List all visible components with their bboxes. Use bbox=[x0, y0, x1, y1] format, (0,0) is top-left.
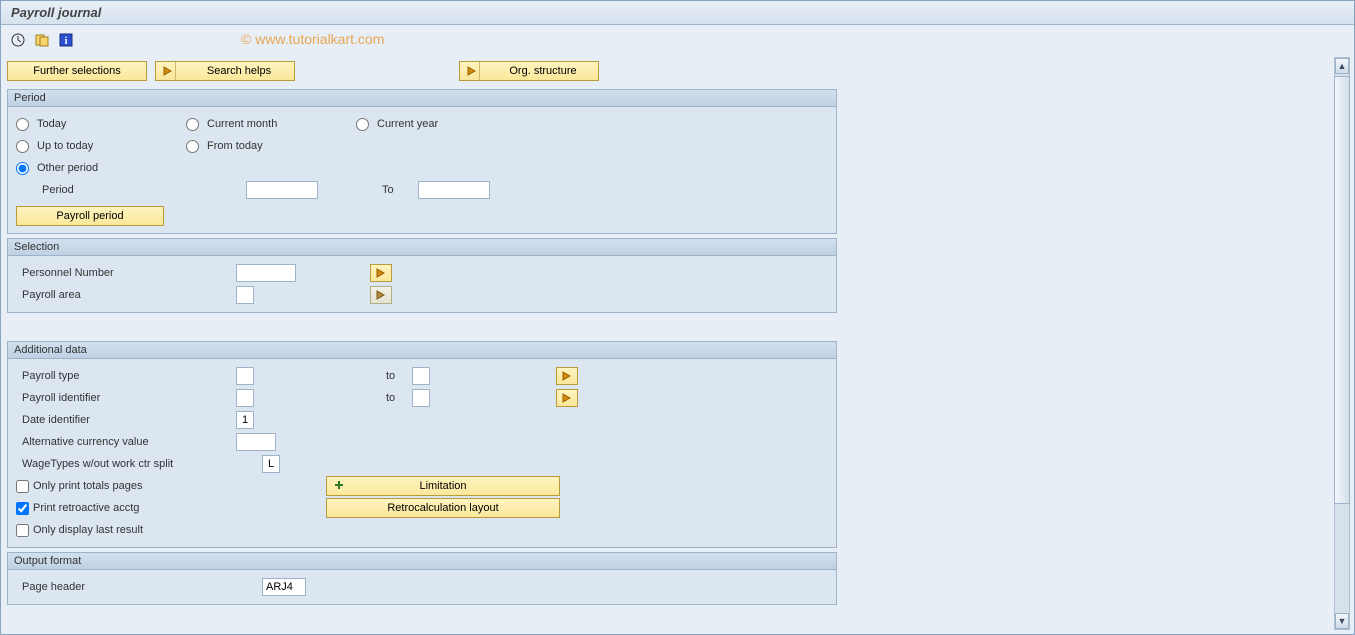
current-year-radio-label[interactable]: Current year bbox=[356, 118, 526, 131]
scroll-track[interactable] bbox=[1335, 76, 1349, 611]
toolbar: i © www.tutorialkart.com bbox=[1, 25, 1354, 55]
up-to-today-radio-label[interactable]: Up to today bbox=[16, 140, 186, 153]
selection-group-header: Selection bbox=[8, 239, 836, 256]
arrow-right-icon bbox=[464, 62, 480, 80]
period-to-label: To bbox=[378, 184, 418, 196]
print-retro-text: Print retroactive acctg bbox=[33, 502, 139, 514]
from-today-text: From today bbox=[207, 140, 263, 152]
period-label: Period bbox=[36, 184, 246, 196]
current-year-text: Current year bbox=[377, 118, 438, 130]
from-today-radio[interactable] bbox=[186, 140, 199, 153]
additional-data-group: Additional data Payroll type to Payroll … bbox=[7, 341, 837, 548]
today-text: Today bbox=[37, 118, 66, 130]
wagetypes-label: WageTypes w/out work ctr split bbox=[16, 458, 262, 470]
further-selections-button[interactable]: Further selections bbox=[7, 61, 147, 81]
selection-button-row: Further selections Search helps Org. str… bbox=[5, 57, 1330, 85]
date-identifier-label: Date identifier bbox=[16, 414, 236, 426]
alt-currency-label: Alternative currency value bbox=[16, 436, 236, 448]
retrocalc-layout-label: Retrocalculation layout bbox=[387, 502, 498, 514]
search-helps-button[interactable]: Search helps bbox=[155, 61, 295, 81]
payroll-identifier-to-label: to bbox=[382, 392, 412, 404]
payroll-identifier-label: Payroll identifier bbox=[16, 392, 236, 404]
output-format-group: Output format Page header bbox=[7, 552, 837, 605]
current-month-radio[interactable] bbox=[186, 118, 199, 131]
title-bar: Payroll journal bbox=[1, 1, 1354, 25]
retrocalc-layout-button[interactable]: Retrocalculation layout bbox=[326, 498, 560, 518]
payroll-type-to-label: to bbox=[382, 370, 412, 382]
limitation-button[interactable]: Limitation bbox=[326, 476, 560, 496]
from-today-radio-label[interactable]: From today bbox=[186, 140, 356, 153]
today-radio[interactable] bbox=[16, 118, 29, 131]
payroll-identifier-multiselect-button[interactable] bbox=[556, 389, 578, 407]
scroll-up-arrow[interactable]: ▲ bbox=[1335, 58, 1349, 74]
content-area: Further selections Search helps Org. str… bbox=[5, 57, 1330, 630]
arrow-right-icon bbox=[160, 62, 176, 80]
other-period-radio-label[interactable]: Other period bbox=[16, 162, 186, 175]
scroll-down-arrow[interactable]: ▼ bbox=[1335, 613, 1349, 629]
personnel-number-label: Personnel Number bbox=[16, 267, 236, 279]
watermark: © www.tutorialkart.com bbox=[241, 31, 384, 47]
variant-icon[interactable] bbox=[33, 31, 51, 49]
further-selections-label: Further selections bbox=[33, 65, 120, 77]
period-from-input[interactable] bbox=[246, 181, 318, 199]
period-to-input[interactable] bbox=[418, 181, 490, 199]
org-structure-label: Org. structure bbox=[494, 65, 592, 77]
plus-icon bbox=[333, 479, 345, 491]
print-retro-checkbox-label[interactable]: Print retroactive acctg bbox=[16, 502, 326, 515]
today-radio-label[interactable]: Today bbox=[16, 118, 186, 131]
personnel-number-input[interactable] bbox=[236, 264, 296, 282]
payroll-type-multiselect-button[interactable] bbox=[556, 367, 578, 385]
other-period-radio[interactable] bbox=[16, 162, 29, 175]
search-helps-label: Search helps bbox=[190, 65, 288, 77]
only-last-checkbox[interactable] bbox=[16, 524, 29, 537]
page-header-label: Page header bbox=[16, 581, 262, 593]
payroll-area-label: Payroll area bbox=[16, 289, 236, 301]
personnel-number-multiselect-button[interactable] bbox=[370, 264, 392, 282]
app-window: Payroll journal i © www.tutorialkart.com… bbox=[0, 0, 1355, 635]
org-structure-button[interactable]: Org. structure bbox=[459, 61, 599, 81]
payroll-period-button[interactable]: Payroll period bbox=[16, 206, 164, 226]
payroll-type-from-input[interactable] bbox=[236, 367, 254, 385]
svg-text:i: i bbox=[65, 36, 68, 47]
print-retro-checkbox[interactable] bbox=[16, 502, 29, 515]
alt-currency-input[interactable] bbox=[236, 433, 276, 451]
up-to-today-radio[interactable] bbox=[16, 140, 29, 153]
limitation-label: Limitation bbox=[419, 480, 466, 492]
payroll-period-label: Payroll period bbox=[56, 210, 123, 222]
only-totals-checkbox[interactable] bbox=[16, 480, 29, 493]
current-month-radio-label[interactable]: Current month bbox=[186, 118, 356, 131]
other-period-text: Other period bbox=[37, 162, 98, 174]
payroll-type-to-input[interactable] bbox=[412, 367, 430, 385]
up-to-today-text: Up to today bbox=[37, 140, 93, 152]
payroll-type-label: Payroll type bbox=[16, 370, 236, 382]
period-group-header: Period bbox=[8, 90, 836, 107]
only-last-checkbox-label[interactable]: Only display last result bbox=[16, 524, 143, 537]
only-totals-checkbox-label[interactable]: Only print totals pages bbox=[16, 480, 326, 493]
current-year-radio[interactable] bbox=[356, 118, 369, 131]
date-identifier-input[interactable] bbox=[236, 411, 254, 429]
only-totals-text: Only print totals pages bbox=[33, 480, 142, 492]
wagetypes-input[interactable] bbox=[262, 455, 280, 473]
vertical-scrollbar[interactable]: ▲ ▼ bbox=[1334, 57, 1350, 630]
additional-data-group-header: Additional data bbox=[8, 342, 836, 359]
page-header-input[interactable] bbox=[262, 578, 306, 596]
output-format-group-header: Output format bbox=[8, 553, 836, 570]
scroll-thumb[interactable] bbox=[1334, 76, 1350, 504]
execute-icon[interactable] bbox=[9, 31, 27, 49]
payroll-area-multiselect-button[interactable] bbox=[370, 286, 392, 304]
payroll-area-input[interactable] bbox=[236, 286, 254, 304]
page-title: Payroll journal bbox=[11, 5, 101, 20]
selection-group: Selection Personnel Number Payroll area bbox=[7, 238, 837, 313]
payroll-identifier-to-input[interactable] bbox=[412, 389, 430, 407]
only-last-text: Only display last result bbox=[33, 524, 143, 536]
info-icon[interactable]: i bbox=[57, 31, 75, 49]
spacer bbox=[5, 317, 1330, 337]
period-group: Period Today Current month Current year … bbox=[7, 89, 837, 234]
current-month-text: Current month bbox=[207, 118, 277, 130]
payroll-identifier-from-input[interactable] bbox=[236, 389, 254, 407]
